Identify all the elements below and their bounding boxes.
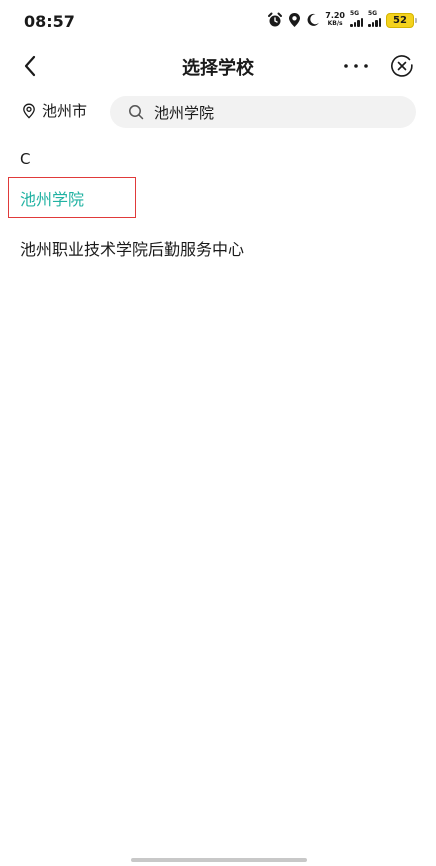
school-item[interactable]: 池州职业技术学院后勤服务中心 bbox=[20, 236, 244, 260]
battery-level: 52 bbox=[393, 14, 407, 26]
school-item-selected[interactable]: 池州学院 bbox=[8, 177, 136, 218]
home-indicator[interactable] bbox=[131, 858, 307, 862]
city-picker[interactable]: 池州市 bbox=[22, 100, 87, 121]
status-time: 08:57 bbox=[24, 12, 75, 31]
back-button[interactable] bbox=[14, 50, 46, 82]
alarm-icon bbox=[267, 12, 283, 28]
signal-1-icon: 5G bbox=[350, 10, 363, 27]
more-dots-icon bbox=[344, 64, 368, 68]
nav-bar: 选择学校 bbox=[0, 44, 436, 88]
close-miniprogram-button[interactable] bbox=[386, 50, 418, 82]
search-row: 池州市 bbox=[0, 95, 436, 129]
close-circle-icon bbox=[391, 55, 413, 77]
city-label: 池州市 bbox=[42, 102, 88, 120]
moon-icon bbox=[306, 13, 320, 27]
status-icons: 7.20 KB/s 5G 5G 52 bbox=[267, 10, 417, 28]
network-speed-unit: KB/s bbox=[327, 20, 343, 27]
section-letter: C bbox=[20, 150, 31, 168]
chevron-left-icon bbox=[24, 55, 36, 77]
search-input[interactable] bbox=[154, 103, 354, 121]
signal-2-icon: 5G bbox=[368, 10, 381, 27]
network-speed-value: 7.20 bbox=[325, 11, 345, 20]
battery-icon: 52 bbox=[386, 12, 417, 28]
more-button[interactable] bbox=[340, 50, 372, 82]
location-icon bbox=[288, 12, 301, 28]
signal-2-label: 5G bbox=[368, 10, 378, 17]
signal-1-label: 5G bbox=[350, 10, 360, 17]
school-item-label: 池州学院 bbox=[20, 189, 85, 209]
search-icon bbox=[129, 105, 144, 120]
location-pin-icon bbox=[23, 103, 35, 118]
status-bar: 08:57 7.20 KB/s 5G 5G 52 bbox=[0, 0, 436, 44]
network-speed: 7.20 KB/s bbox=[325, 12, 345, 28]
search-box[interactable] bbox=[110, 96, 416, 128]
